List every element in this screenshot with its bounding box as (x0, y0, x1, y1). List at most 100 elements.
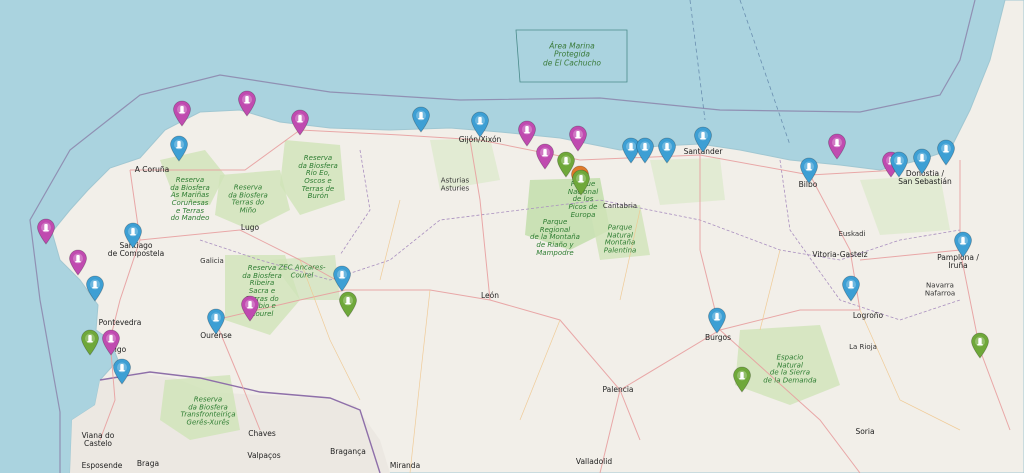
map-marker-blue[interactable] (169, 135, 189, 162)
map-pin-icon (37, 218, 55, 245)
map-marker-blue[interactable] (112, 358, 132, 385)
map-label-chaves: Chaves (248, 428, 276, 438)
map-pin-icon (471, 111, 489, 138)
map-pin-icon (636, 137, 654, 164)
map-label-viana: Viana do Castelo (81, 430, 115, 448)
map-marker-magenta[interactable] (517, 120, 537, 147)
map-label-vitoria: Vitoria-Gasteiz (812, 249, 868, 259)
map-label-miranda: Miranda (389, 460, 421, 470)
map-label-fuentes-carrionas: Parque Regional de la Montaña de Riaño y… (530, 217, 580, 257)
map-marker-blue[interactable] (912, 148, 932, 175)
map-marker-blue[interactable] (657, 137, 677, 164)
map-label-galicia: Galicia (200, 257, 224, 266)
map-marker-green[interactable] (338, 291, 358, 318)
map-marker-blue[interactable] (411, 106, 431, 133)
map-label-lugo: Lugo (240, 222, 260, 232)
map-marker-magenta[interactable] (68, 249, 88, 276)
map-label-asturias: Asturias Asturies (440, 176, 470, 192)
map-marker-blue[interactable] (707, 307, 727, 334)
map-marker-blue[interactable] (889, 151, 909, 178)
map-pin-icon (241, 295, 259, 322)
map-pin-icon (572, 169, 590, 196)
map-label-braganca: Bragança (330, 446, 366, 456)
map-marker-green[interactable] (80, 329, 100, 356)
map-label-valpacos: Valpaços (247, 450, 281, 460)
map-label-palencia: Palencia (602, 384, 634, 394)
map-label-reserva-mino: Reserva da Biosfera Terras do Miño (228, 183, 268, 215)
map-marker-blue[interactable] (123, 222, 143, 249)
map-marker-blue[interactable] (206, 308, 226, 335)
map-marker-blue[interactable] (332, 265, 352, 292)
map-pin-icon (658, 137, 676, 164)
map-pin-icon (694, 126, 712, 153)
map-marker-magenta[interactable] (36, 218, 56, 245)
map-pin-icon (173, 100, 191, 127)
map-canvas[interactable]: A Coruña Santiago de Compostela Lugo Galici… (0, 0, 1024, 473)
map-pin-icon (291, 109, 309, 136)
map-marker-magenta[interactable] (290, 109, 310, 136)
map-label-la-rioja: La Rioja (849, 343, 877, 352)
map-pin-icon (708, 307, 726, 334)
map-pin-icon (102, 329, 120, 356)
map-marker-magenta[interactable] (827, 133, 847, 160)
map-pin-icon (238, 90, 256, 117)
map-marker-blue[interactable] (85, 275, 105, 302)
map-marker-blue[interactable] (799, 157, 819, 184)
map-marker-blue[interactable] (693, 126, 713, 153)
map-pin-icon (842, 275, 860, 302)
map-marker-green[interactable] (732, 366, 752, 393)
map-pin-icon (170, 135, 188, 162)
map-pin-icon (333, 265, 351, 292)
map-label-reserva-mariñas: Reserva da Biosfera As Mariñas Coruñesas… (170, 175, 210, 223)
map-label-sierra-demanda: Espacio Natural de la Sierra de la Deman… (763, 353, 817, 385)
map-marker-green[interactable] (970, 332, 990, 359)
map-pin-icon (733, 366, 751, 393)
map-marker-magenta[interactable] (237, 90, 257, 117)
map-label-esposende: Esposende (81, 460, 123, 470)
map-pin-icon (81, 329, 99, 356)
map-label-reserva-rio-eo: Reserva da Biosfera Río Eo, Oscos e Terr… (298, 153, 338, 201)
map-marker-blue[interactable] (635, 137, 655, 164)
map-pin-icon (937, 139, 955, 166)
map-label-braga: Braga (136, 458, 160, 468)
map-marker-blue[interactable] (936, 139, 956, 166)
sea-protected-area-label: Área Marina Protegida de El Cachucho (543, 41, 601, 68)
map-pin-icon (828, 133, 846, 160)
map-marker-magenta[interactable] (101, 329, 121, 356)
map-pin-icon (207, 308, 225, 335)
map-label-a-coruna: A Coruña (134, 164, 170, 174)
map-pin-icon (913, 148, 931, 175)
map-marker-magenta[interactable] (240, 295, 260, 322)
map-label-valladolid: Valladolid (575, 456, 613, 466)
map-marker-magenta[interactable] (535, 143, 555, 170)
map-pin-icon (800, 157, 818, 184)
map-marker-green[interactable] (571, 169, 591, 196)
map-marker-blue[interactable] (841, 275, 861, 302)
map-pin-icon (86, 275, 104, 302)
map-label-logrono: Logroño (852, 310, 884, 320)
map-pin-icon (113, 358, 131, 385)
map-label-burgos: Burgos (704, 332, 732, 342)
map-label-ancares: ZEC Ancares- Courel (278, 263, 326, 279)
map-pin-icon (518, 120, 536, 147)
map-label-geres: Reserva da Biosfera Transfronteiriça Ger… (180, 395, 236, 427)
map-label-euskadi: Euskadi (838, 230, 866, 239)
map-label-navarra: Navarra Nafarroa (924, 281, 956, 297)
map-pin-icon (69, 249, 87, 276)
map-pin-icon (890, 151, 908, 178)
map-marker-blue[interactable] (953, 231, 973, 258)
map-pin-icon (971, 332, 989, 359)
map-pin-icon (412, 106, 430, 133)
map-label-soria: Soria (855, 426, 875, 436)
map-pin-icon (124, 222, 142, 249)
map-pin-icon (954, 231, 972, 258)
map-label-montana-palentina: Parque Natural Montaña Palentina (603, 223, 637, 255)
map-marker-magenta[interactable] (568, 125, 588, 152)
map-pin-icon (536, 143, 554, 170)
map-marker-magenta[interactable] (172, 100, 192, 127)
map-label-leon: León (480, 290, 500, 300)
basemap (0, 0, 1024, 473)
map-pin-icon (569, 125, 587, 152)
map-label-pontevedra: Pontevedra (98, 317, 142, 327)
map-marker-blue[interactable] (470, 111, 490, 138)
